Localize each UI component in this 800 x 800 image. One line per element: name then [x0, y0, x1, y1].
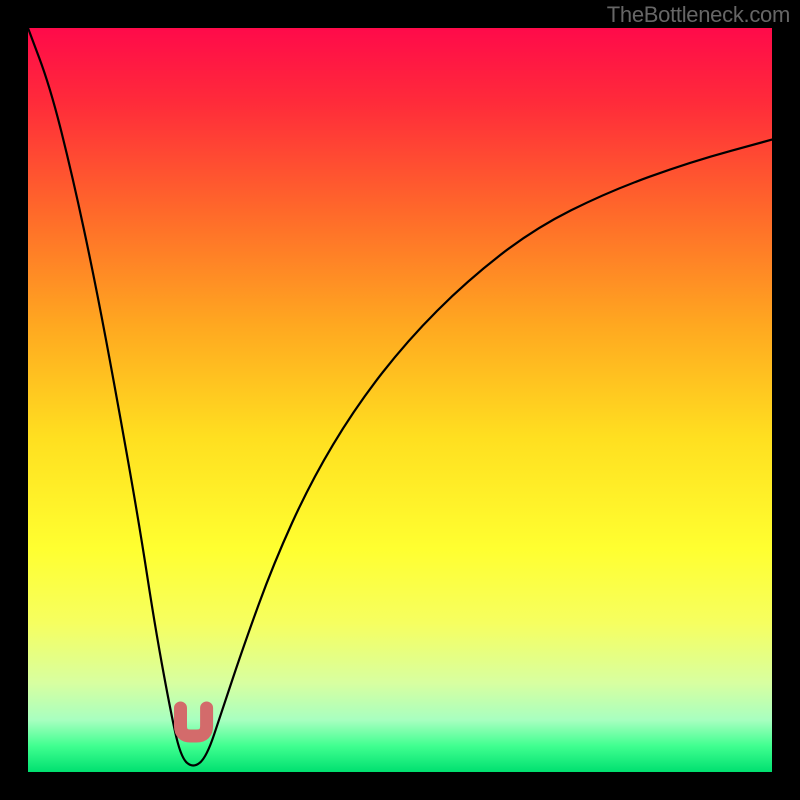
watermark-text: TheBottleneck.com — [607, 2, 790, 28]
bottleneck-curve — [28, 28, 772, 765]
chart-svg — [0, 0, 800, 800]
minimum-marker — [181, 708, 207, 736]
chart-frame — [0, 0, 800, 800]
